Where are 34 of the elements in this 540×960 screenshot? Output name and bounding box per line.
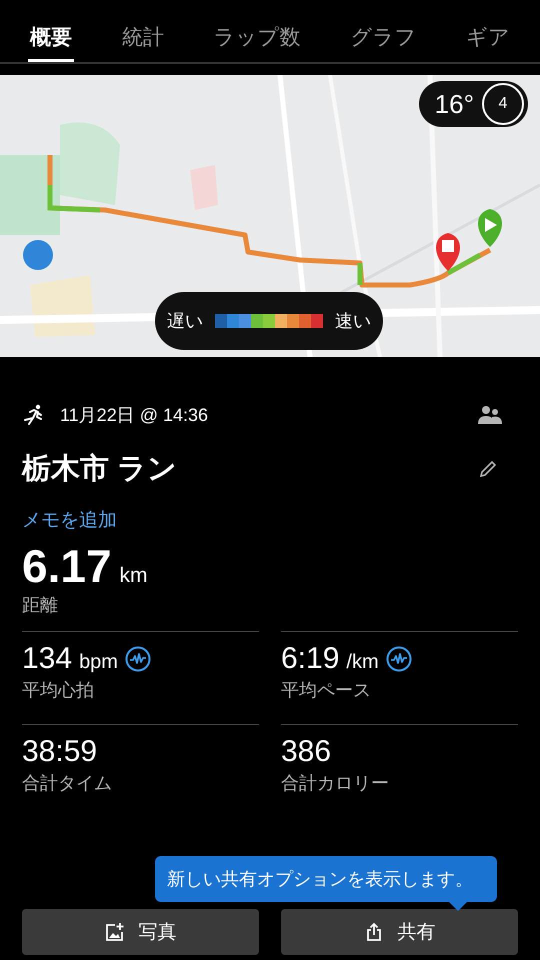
tab[interactable]: ラップ数 [212,0,302,62]
temperature: 16° [434,88,474,120]
tooltip: 新しい共有オプションを表示します。 [155,856,497,902]
activity-datetime: 11月22日 @ 14:36 [60,404,210,427]
tooltip-pointer [449,902,467,911]
distance-unit: km [120,564,148,588]
legend-label: 遅い [167,310,203,333]
stat-label: 平均心拍 [22,679,95,702]
people-icon[interactable] [478,405,502,425]
tab[interactable]: 統計 [120,0,166,62]
photo-button[interactable]: 写真 [22,909,259,955]
legend-label: 速い [335,310,371,333]
stat-unit: /km [346,650,379,674]
share-button[interactable]: 共有 [281,909,518,955]
distance-value: 6.17 [22,539,112,593]
pencil-icon[interactable] [478,459,498,479]
stat-label: 合計カロリー [281,772,390,795]
tab[interactable]: グラフ [348,0,418,62]
heart-rate-zone-icon[interactable] [124,646,151,672]
stat-value: 6:19 [281,642,340,676]
stat-value: 134 [22,642,72,676]
add-note-link[interactable]: メモを追加 [22,507,117,533]
stat-unit: bpm [79,650,118,674]
distance-label: 距離 [22,594,59,617]
stat-label: 平均ペース [281,679,372,702]
tab[interactable]: ギア [464,0,512,62]
tab[interactable]: 概要 [28,0,74,62]
heart-rate-zone-icon[interactable] [386,646,412,672]
add-photo-icon [104,922,124,942]
activity-title: 栃木市 ラン [22,452,178,487]
stat-label: 合計タイム [22,772,113,795]
stat-value: 386 [281,735,332,769]
wind-dial: 4 [482,83,524,125]
stat-value: 38:59 [22,735,98,769]
